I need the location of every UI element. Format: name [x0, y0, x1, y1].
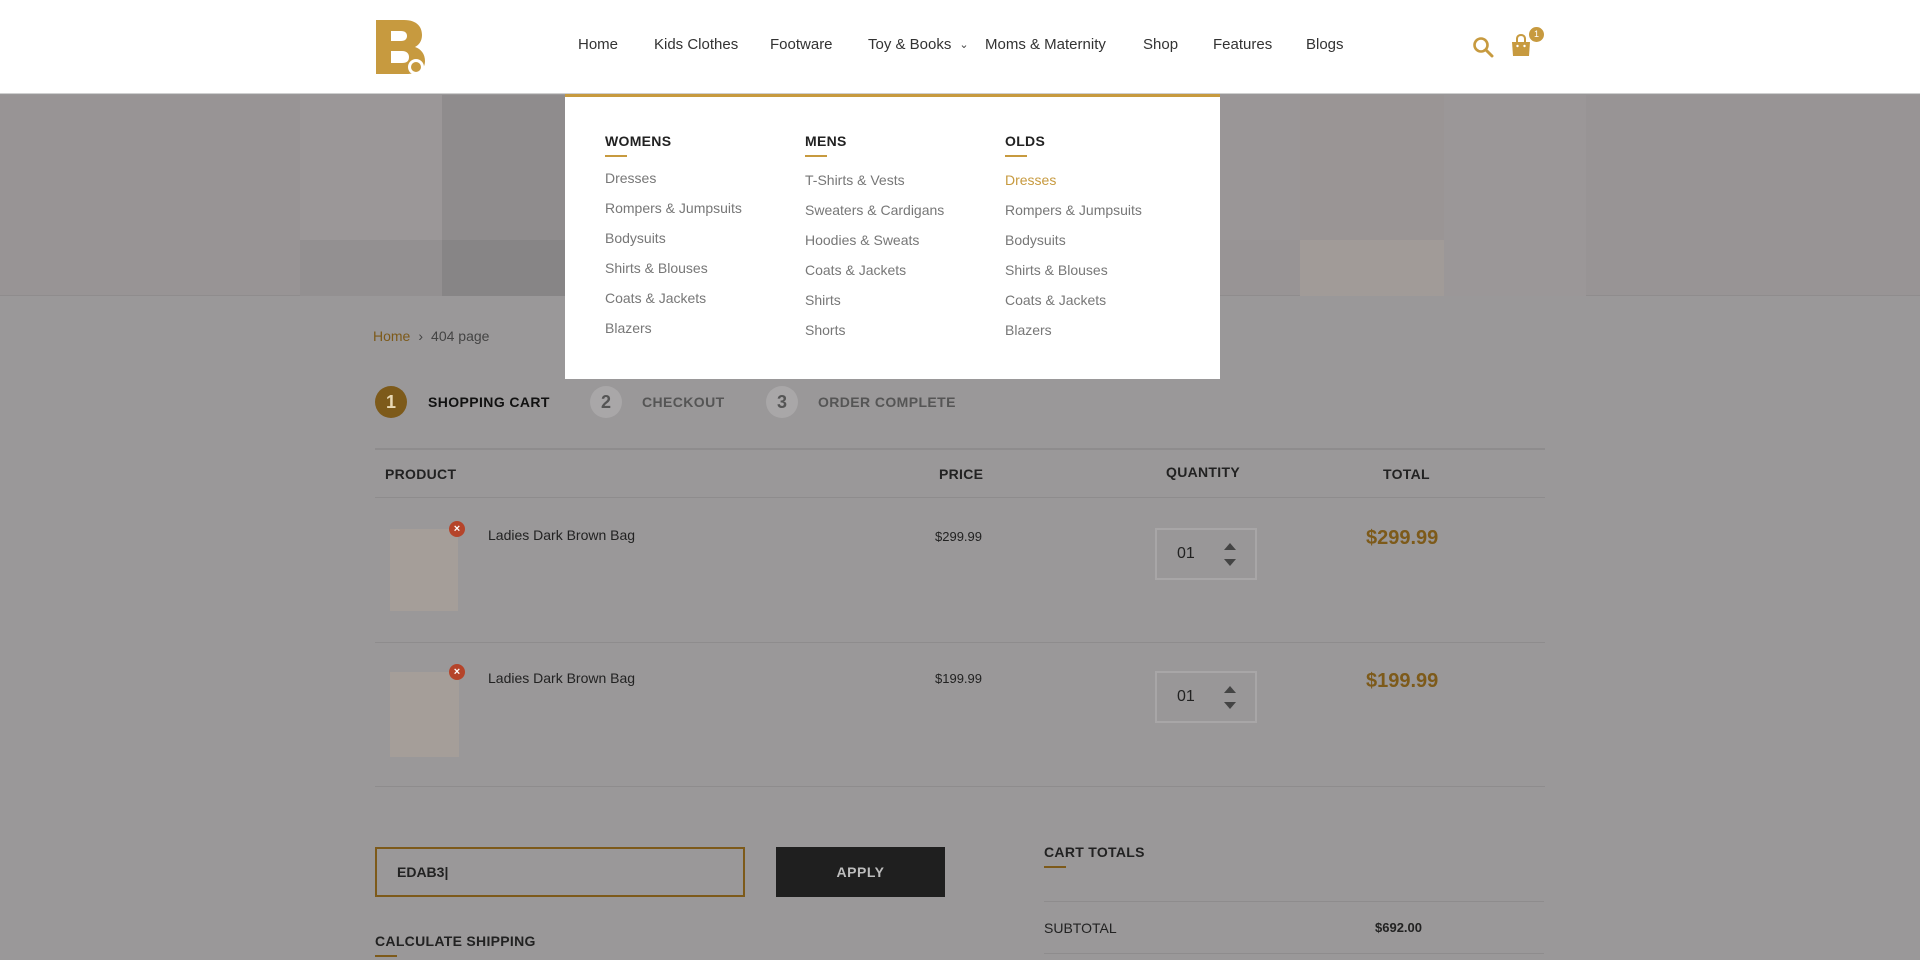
remove-icon[interactable]: ×	[449, 664, 465, 680]
decrement-arrow-icon[interactable]	[1224, 559, 1236, 566]
nav-kids-clothes[interactable]: Kids Clothes	[654, 36, 738, 53]
breadcrumb-home-link[interactable]: Home	[373, 328, 410, 344]
column-header-price: PRICE	[939, 466, 984, 482]
mega-link[interactable]: T-Shirts & Vests	[805, 172, 905, 188]
product-price: $199.99	[935, 671, 982, 686]
step-number: 3	[766, 386, 798, 418]
hero-tile	[1444, 95, 1586, 296]
heading-underline	[375, 955, 397, 957]
mega-column-olds: OLDS Dresses Rompers & Jumpsuits Bodysui…	[1005, 133, 1142, 338]
nav-toy-books[interactable]: Toy & Books ⌄	[868, 36, 969, 53]
nav-moms-maternity[interactable]: Moms & Maternity	[985, 36, 1106, 53]
hero-tile	[1220, 95, 1300, 240]
search-icon[interactable]	[1472, 36, 1494, 58]
mega-heading: OLDS	[1005, 133, 1046, 149]
cart-totals-title: CART TOTALS	[1044, 844, 1145, 860]
step-label: CHECKOUT	[642, 394, 725, 410]
site-header: Home Kids Clothes Footware Toy & Books ⌄ …	[0, 0, 1920, 94]
mega-heading: MENS	[805, 133, 847, 149]
product-name[interactable]: Ladies Dark Brown Bag	[488, 527, 635, 543]
calculate-shipping-title: CALCULATE SHIPPING	[375, 933, 536, 949]
nav-features[interactable]: Features	[1213, 36, 1272, 53]
mega-column-mens: MENS T-Shirts & Vests Sweaters & Cardiga…	[805, 133, 944, 338]
table-divider	[375, 448, 1545, 450]
chevron-down-icon: ⌄	[959, 39, 969, 51]
hero-tile	[442, 240, 565, 296]
coupon-input[interactable]: EDAB3|	[375, 847, 745, 897]
heading-underline	[805, 155, 827, 157]
apply-coupon-button[interactable]: APPLY	[776, 847, 945, 897]
mega-link[interactable]: Coats & Jackets	[805, 262, 906, 278]
table-divider	[375, 786, 1545, 787]
cart-count-badge: 1	[1529, 27, 1544, 42]
mega-link[interactable]: Blazers	[605, 320, 652, 336]
subtotal-label: SUBTOTAL	[1044, 920, 1117, 936]
mega-link[interactable]: Hoodies & Sweats	[805, 232, 919, 248]
product-thumbnail[interactable]	[390, 672, 459, 757]
mega-link[interactable]: Rompers & Jumpsuits	[1005, 202, 1142, 218]
nav-shop[interactable]: Shop	[1143, 36, 1178, 53]
hero-tile	[1300, 240, 1444, 296]
hero-tile	[300, 95, 442, 240]
step-number: 2	[590, 386, 622, 418]
mega-column-womens: WOMENS Dresses Rompers & Jumpsuits Bodys…	[605, 133, 742, 336]
heading-underline	[1005, 155, 1027, 157]
step-label: SHOPPING CART	[428, 394, 550, 410]
quantity-value[interactable]: 01	[1177, 545, 1195, 563]
mega-link[interactable]: Blazers	[1005, 322, 1052, 338]
increment-arrow-icon[interactable]	[1224, 686, 1236, 693]
mega-link[interactable]: Bodysuits	[1005, 232, 1066, 248]
breadcrumb-separator: ›	[418, 328, 424, 344]
nav-footware[interactable]: Footware	[770, 36, 833, 53]
mega-menu-dropdown: WOMENS Dresses Rompers & Jumpsuits Bodys…	[565, 94, 1220, 379]
increment-arrow-icon[interactable]	[1224, 543, 1236, 550]
totals-divider	[1044, 953, 1544, 954]
mega-link[interactable]: Shirts & Blouses	[1005, 262, 1108, 278]
table-divider	[375, 497, 1545, 498]
mega-link-active[interactable]: Dresses	[1005, 172, 1056, 188]
row-total: $199.99	[1366, 670, 1439, 692]
product-price: $299.99	[935, 529, 982, 544]
nav-blogs[interactable]: Blogs	[1306, 36, 1344, 53]
mega-link[interactable]: Sweaters & Cardigans	[805, 202, 944, 218]
mega-heading: WOMENS	[605, 133, 672, 149]
breadcrumb: Home › 404 page	[373, 328, 489, 344]
totals-divider	[1044, 901, 1544, 902]
mega-link[interactable]: Shirts & Blouses	[605, 260, 708, 276]
remove-icon[interactable]: ×	[449, 521, 465, 537]
quantity-value[interactable]: 01	[1177, 688, 1195, 706]
decrement-arrow-icon[interactable]	[1224, 702, 1236, 709]
mega-link[interactable]: Shirts	[805, 292, 841, 308]
row-total: $299.99	[1366, 527, 1439, 549]
table-divider	[375, 642, 1545, 643]
column-header-product: PRODUCT	[385, 466, 457, 482]
hero-tile	[300, 240, 442, 296]
mega-link[interactable]: Coats & Jackets	[1005, 292, 1106, 308]
step-number: 1	[375, 386, 407, 418]
mega-link[interactable]: Bodysuits	[605, 230, 666, 246]
breadcrumb-current: 404 page	[431, 328, 490, 344]
column-header-total: TOTAL	[1383, 466, 1430, 482]
brand-logo[interactable]	[374, 18, 426, 76]
mega-link[interactable]: Coats & Jackets	[605, 290, 706, 306]
product-name[interactable]: Ladies Dark Brown Bag	[488, 670, 635, 686]
hero-tile	[1300, 95, 1444, 240]
column-header-quantity: QUANTITY	[1166, 464, 1240, 480]
hero-tile	[442, 95, 565, 240]
quantity-stepper[interactable]: 01	[1155, 528, 1257, 580]
subtotal-value: $692.00	[1375, 920, 1422, 935]
mega-link[interactable]: Rompers & Jumpsuits	[605, 200, 742, 216]
quantity-stepper[interactable]: 01	[1155, 671, 1257, 723]
nav-home[interactable]: Home	[578, 36, 618, 53]
step-label: ORDER COMPLETE	[818, 394, 956, 410]
heading-underline	[1044, 866, 1066, 868]
product-thumbnail[interactable]	[390, 529, 458, 611]
mega-link[interactable]: Dresses	[605, 170, 656, 186]
heading-underline	[605, 155, 627, 157]
nav-toy-books-label: Toy & Books	[868, 36, 952, 53]
mega-link[interactable]: Shorts	[805, 322, 845, 338]
